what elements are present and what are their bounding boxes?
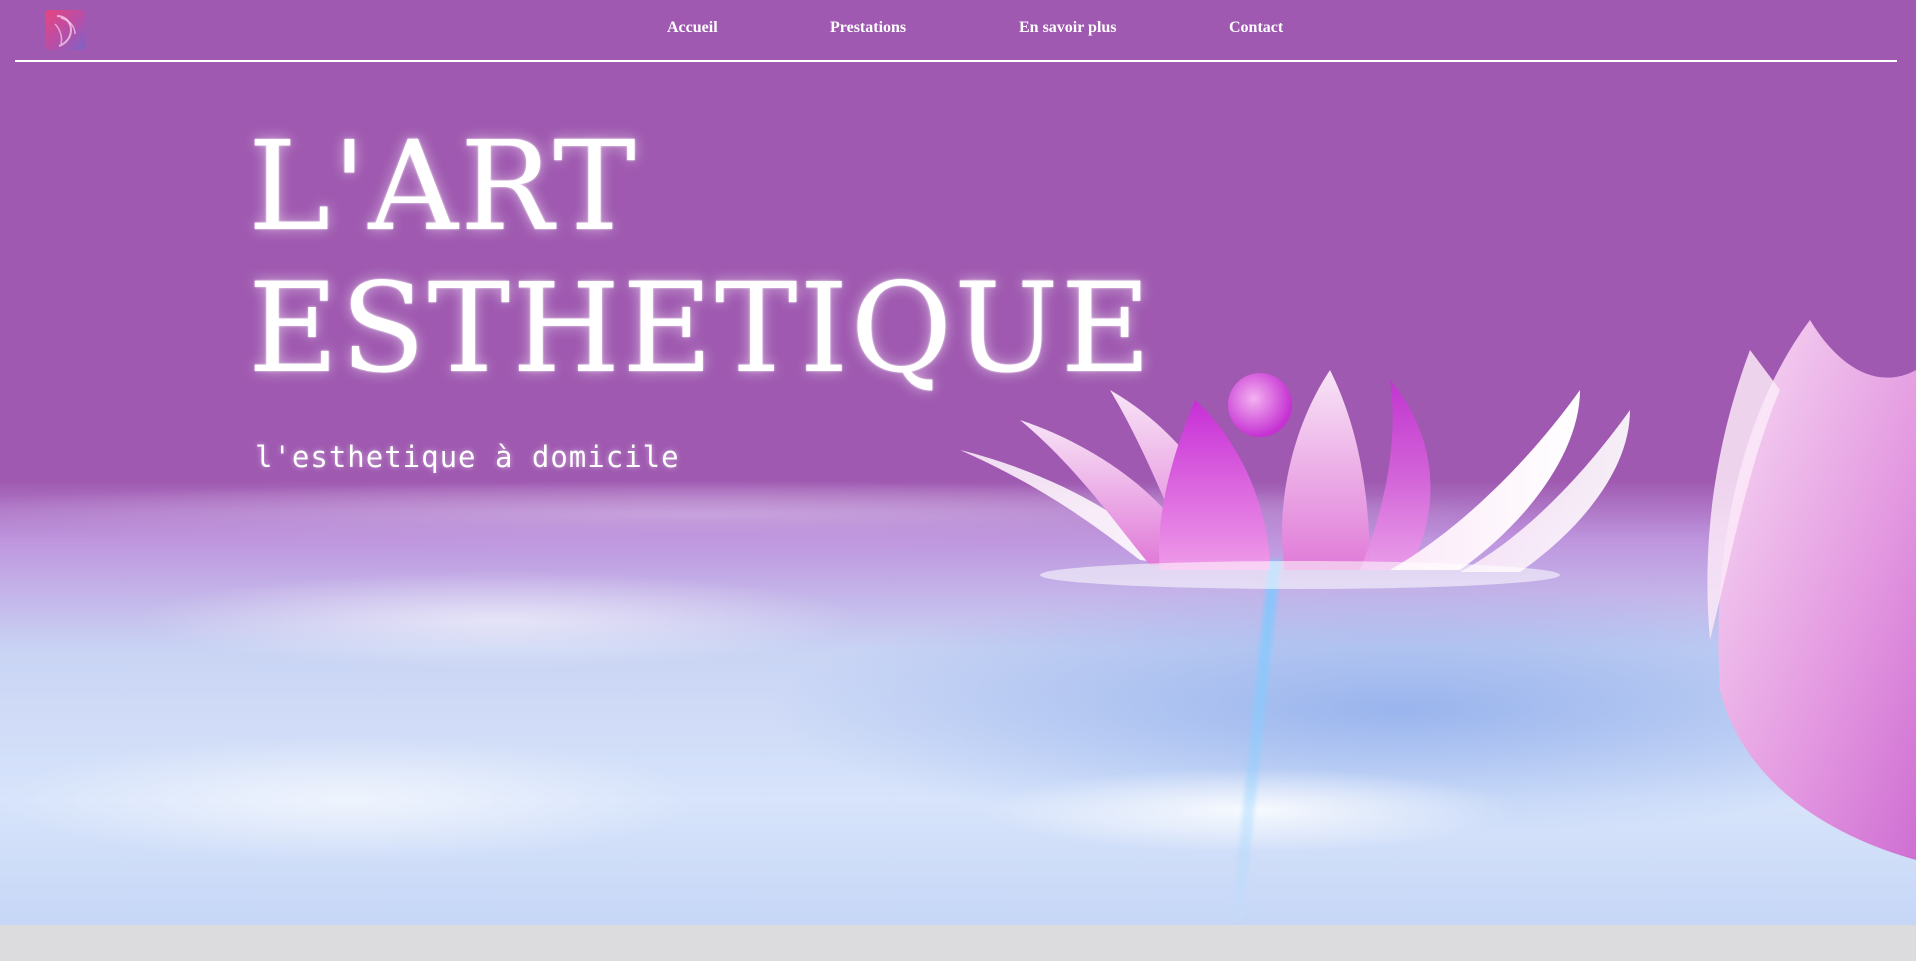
nav-divider: [15, 60, 1897, 62]
hero-title-line-1: L'ART: [248, 115, 638, 259]
lotus-petal-foreground-image: [1707, 320, 1916, 860]
nav-link-en-savoir-plus[interactable]: En savoir plus: [1019, 19, 1117, 37]
page-bottom-strip: [0, 925, 1916, 961]
page: Accueil Prestations En savoir plus Conta…: [0, 0, 1916, 961]
nav-link-accueil[interactable]: Accueil: [667, 19, 718, 37]
hero-title-line-2: ESTHETIQUE: [248, 257, 1154, 401]
top-navigation: Accueil Prestations En savoir plus Conta…: [0, 0, 1916, 62]
nav-link-prestations[interactable]: Prestations: [830, 19, 906, 37]
hero-subtitle: l'esthetique à domicile: [255, 440, 680, 474]
hero-title: L'ART ESTHETIQUE: [248, 116, 1153, 400]
nav-link-contact[interactable]: Contact: [1229, 19, 1283, 37]
nav-links: Accueil Prestations En savoir plus Conta…: [0, 0, 1916, 60]
